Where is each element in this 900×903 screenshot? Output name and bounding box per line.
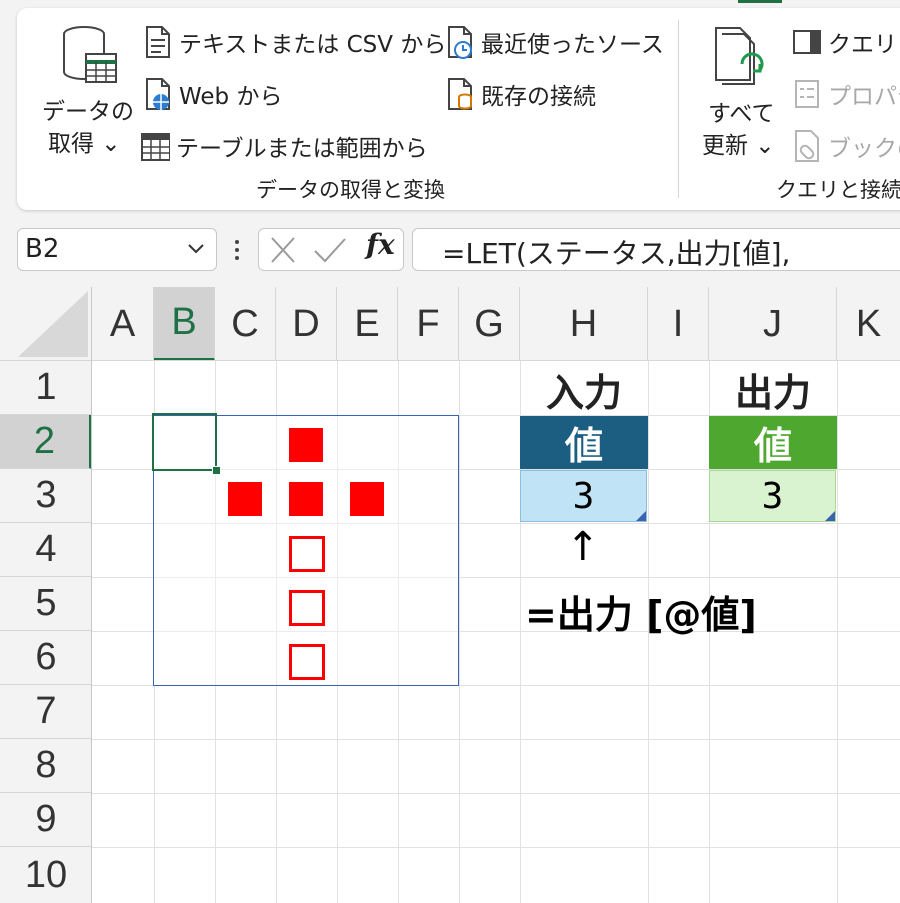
from-text-csv-label: テキストまたは CSV から	[179, 32, 447, 58]
ribbon-group-separator	[678, 20, 679, 198]
more-options-icon[interactable]	[232, 238, 242, 262]
recent-sources-label: 最近使ったソース	[481, 32, 664, 58]
frame-gridline	[398, 416, 399, 685]
get-data-button[interactable]: データの 取得 ⌄	[40, 24, 134, 164]
recent-clock-icon	[448, 26, 472, 59]
red-outline-square	[289, 644, 325, 680]
get-data-label-1: データの	[42, 99, 134, 125]
active-tab-indicator	[738, 0, 782, 3]
group-label-get-transform: データの取得と変換	[256, 178, 445, 202]
column-header-i[interactable]: I	[648, 287, 709, 361]
red-filled-square	[228, 482, 262, 516]
row-header-4[interactable]: 4	[0, 523, 92, 577]
row-header-6[interactable]: 6	[0, 631, 92, 685]
frame-gridline	[154, 577, 458, 578]
column-header-f[interactable]: F	[398, 287, 459, 361]
recent-sources-button[interactable]: 最近使ったソース	[445, 24, 664, 60]
input-table-value[interactable]: 3	[520, 470, 647, 522]
from-web-button[interactable]: Web から	[143, 76, 282, 112]
workbook-links-button[interactable]: ブックの	[792, 128, 900, 164]
select-all-triangle-icon	[18, 291, 88, 357]
output-table-value[interactable]: 3	[709, 470, 836, 522]
refresh-all-label-2: 更新 ⌄	[702, 133, 775, 159]
existing-connections-label: 既存の接続	[481, 84, 596, 110]
column-header-d[interactable]: D	[276, 287, 337, 361]
from-table-range-button[interactable]: テーブルまたは範囲から	[140, 128, 428, 164]
fill-handle[interactable]	[212, 466, 221, 475]
properties-button[interactable]: プロパテ	[792, 76, 900, 112]
column-header-j[interactable]: J	[709, 287, 837, 361]
column-header-g[interactable]: G	[459, 287, 520, 361]
row-header-2[interactable]: 2	[0, 415, 92, 469]
web-page-icon	[146, 78, 170, 110]
frame-gridline	[276, 416, 277, 685]
column-header-b[interactable]: B	[154, 287, 215, 361]
row-header-5[interactable]: 5	[0, 577, 92, 631]
refresh-all-label-1: すべて	[708, 101, 775, 127]
queries-connections-button[interactable]: クエリと接	[792, 24, 900, 60]
database-table-icon	[63, 26, 117, 83]
from-table-range-label: テーブルまたは範囲から	[176, 136, 428, 162]
red-filled-square	[350, 482, 384, 516]
red-outline-square	[289, 590, 325, 626]
output-title: 出力	[734, 370, 811, 415]
column-header-a[interactable]: A	[92, 287, 154, 361]
select-all-button[interactable]	[0, 287, 92, 361]
column-header-k[interactable]: K	[837, 287, 900, 361]
input-title: 入力	[545, 370, 622, 415]
column-header-c[interactable]: C	[215, 287, 276, 361]
red-filled-square	[289, 482, 323, 516]
from-text-csv-button[interactable]: テキストまたは CSV から	[143, 24, 446, 60]
table-icon	[141, 133, 170, 161]
properties-label: プロパテ	[828, 84, 900, 110]
formula-note: =出力 [@値]	[525, 593, 757, 637]
gridline	[459, 361, 460, 903]
existing-connections-button[interactable]: 既存の接続	[445, 76, 596, 112]
name-box-value: B2	[25, 234, 60, 264]
row-header-7[interactable]: 7	[0, 685, 92, 739]
row-header-10[interactable]: 10	[0, 847, 92, 903]
gridline	[837, 361, 838, 903]
workbook-link-icon	[795, 130, 819, 162]
workbook-links-label: ブックの	[828, 136, 900, 162]
up-arrow-note: ↑	[566, 524, 600, 570]
text-file-icon	[146, 26, 170, 58]
refresh-icon	[715, 27, 764, 85]
gridline	[92, 739, 900, 740]
output-table-header[interactable]: 値	[709, 416, 837, 469]
frame-gridline	[337, 416, 338, 685]
gridline	[92, 847, 900, 848]
red-outline-square	[289, 536, 325, 572]
connection-db-icon	[448, 78, 472, 110]
frame-gridline	[154, 631, 458, 632]
row-header-1[interactable]: 1	[0, 361, 92, 415]
insert-function-button[interactable]: fx	[366, 228, 395, 261]
cancel-icon[interactable]	[268, 236, 298, 264]
column-header-h[interactable]: H	[520, 287, 648, 361]
queries-pane-icon	[793, 30, 821, 54]
row-header-8[interactable]: 8	[0, 739, 92, 793]
gridline	[92, 793, 900, 794]
row-header-9[interactable]: 9	[0, 793, 92, 847]
frame-gridline	[154, 523, 458, 524]
row-header-right-border	[91, 287, 92, 903]
active-cell-b2[interactable]	[152, 413, 217, 471]
input-table-header[interactable]: 値	[520, 416, 648, 469]
queries-connections-label: クエリと接	[828, 32, 900, 58]
red-filled-square	[289, 428, 323, 462]
group-label-queries: クエリと接続	[776, 178, 900, 202]
column-header-e[interactable]: E	[337, 287, 398, 361]
chevron-down-icon[interactable]	[186, 241, 206, 257]
formula-text: =LET(ステータス,出力[値],	[442, 237, 791, 270]
from-web-label: Web から	[179, 84, 283, 110]
row-header-3[interactable]: 3	[0, 469, 92, 523]
enter-check-icon[interactable]	[312, 236, 348, 264]
properties-icon	[795, 80, 819, 108]
refresh-all-button[interactable]: すべて 更新 ⌄	[700, 24, 780, 164]
get-data-label-2: 取得 ⌄	[48, 131, 121, 157]
